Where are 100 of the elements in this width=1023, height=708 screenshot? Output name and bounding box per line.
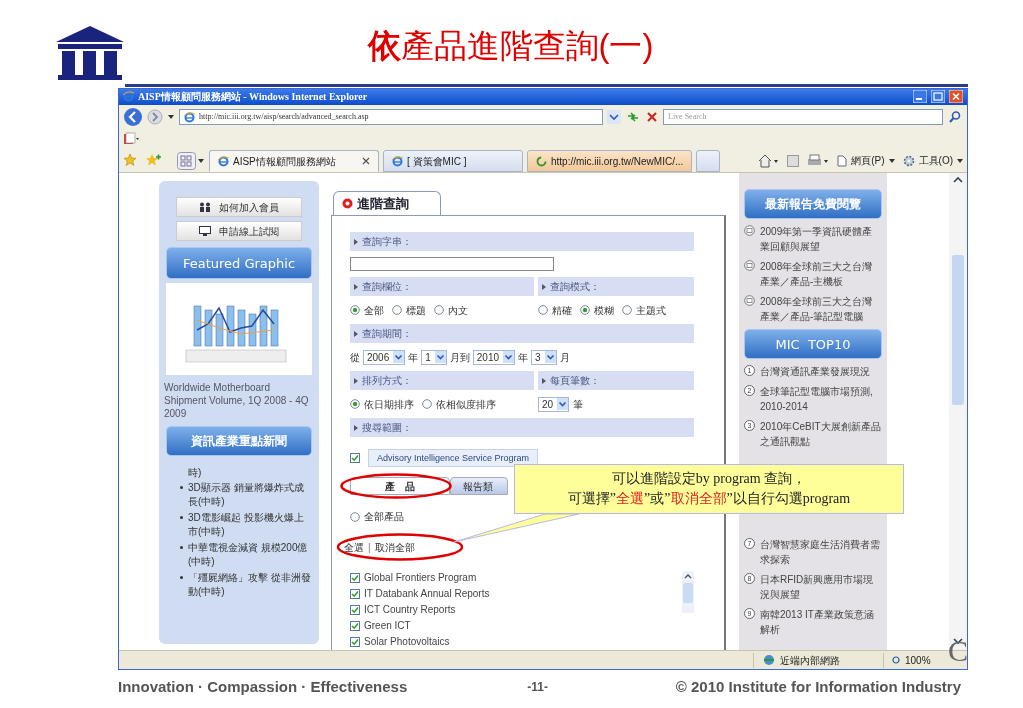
select-field[interactable]: 3 [531, 349, 557, 365]
ie-icon [184, 111, 195, 123]
program-label: Advisory Intelligence Service Program [368, 449, 539, 468]
caret-icon [888, 157, 895, 164]
sidebar-button[interactable]: 如何加入會員 [176, 197, 302, 218]
slide-title: 依產品進階查詢(一) [367, 26, 654, 66]
checkbox-option[interactable]: Green ICT [350, 619, 411, 633]
zoom-icon [892, 655, 901, 665]
browser-tab[interactable]: [ 資策會MIC ] [383, 150, 523, 173]
loading-icon [536, 155, 547, 167]
close-icon[interactable] [362, 157, 370, 166]
checkbox-option[interactable]: Global Frontiers Program [350, 571, 477, 585]
section-label: 搜尋範圍： [362, 421, 412, 436]
radio-option[interactable]: 依日期排序 [350, 396, 414, 412]
monitor-icon [199, 226, 211, 237]
section-label: 查詢期間： [362, 327, 412, 342]
ie-icon [392, 155, 403, 167]
page-icon [837, 154, 848, 167]
section-header: MIC TOP10 [744, 329, 882, 360]
ranking-link[interactable]: 2010年CeBIT大展創新產品之通訊觀點 [760, 419, 882, 450]
maximize-icon[interactable] [931, 90, 945, 104]
radio-option[interactable]: 標題 [392, 302, 426, 318]
bullet-icon [354, 238, 358, 245]
back-icon[interactable] [123, 107, 143, 128]
section-label: 每頁筆數： [550, 374, 600, 389]
report-link[interactable]: 2008年全球前三大之台灣產業／產品-主機板 [760, 259, 882, 290]
ie-icon [123, 91, 134, 103]
select-field[interactable]: 20 [538, 396, 570, 412]
radio-option[interactable]: 全部產品 [350, 509, 404, 525]
section-header: 資訊產業重點新聞 [166, 426, 312, 457]
report-link[interactable]: 2008年全球前三大之台灣產業／產品-筆記型電腦 [760, 294, 882, 325]
date-label: 年 [408, 350, 419, 365]
search-icon[interactable] [947, 110, 963, 125]
toolbar-menu-button[interactable]: 網頁(P) [837, 153, 895, 169]
select-field[interactable]: 1 [421, 349, 447, 365]
bullet-icon [354, 283, 358, 290]
tab-grid-icon[interactable] [177, 152, 205, 171]
select-field[interactable]: 2006 [363, 349, 406, 365]
news-item[interactable]: 中華電視金減資 規模200億(中時) [188, 541, 312, 570]
report-link[interactable]: 2009年第一季資訊硬體產業回顧與展望 [760, 224, 882, 255]
product-tab[interactable]: 報告類 [450, 477, 508, 496]
chart-caption: Worldwide Motherboard Shipment Volume, 1Q 2008 - 4Q 2009 [164, 381, 310, 421]
date-label: 從 [350, 350, 360, 365]
ranking-link[interactable]: 南韓2013 IT產業政策意涵解析 [760, 607, 882, 638]
list-scrollbar[interactable] [682, 571, 694, 614]
checkbox-option[interactable]: IT Databank Annual Reports [350, 587, 490, 601]
bullet-icon [180, 486, 183, 490]
news-item[interactable]: 時) [180, 466, 312, 480]
radio-option[interactable]: 主題式 [622, 302, 666, 318]
section-header: Featured Graphic [166, 247, 312, 280]
select-field[interactable]: 2010 [472, 349, 516, 365]
toolbar-menu-button[interactable]: 工具(O) [902, 153, 963, 169]
select-all-link[interactable]: 全選 [344, 540, 364, 556]
radio-option[interactable]: 內文 [434, 302, 468, 318]
deselect-all-link[interactable]: 取消全部 [374, 540, 415, 556]
news-item[interactable]: 3D顯示器 銷量將爆炸式成長(中時) [188, 481, 312, 510]
link-separator: | [368, 541, 371, 556]
gear-icon [902, 154, 915, 167]
section-label: 查詢欄位： [362, 280, 412, 295]
ranking-link[interactable]: 台灣智慧家庭生活消費者需求探索 [760, 537, 882, 568]
report-icon [744, 225, 755, 237]
ranking-link[interactable]: 台灣資通訊產業發展現況 [760, 364, 870, 380]
callout-text: 可選擇”全選”或”取消全部”以自行勾選program [567, 490, 851, 509]
product-tab[interactable]: 產 品 [350, 477, 450, 496]
radio-option[interactable]: 全部 [350, 302, 384, 318]
section-label: 排列方式： [362, 374, 412, 389]
record-icon [342, 198, 353, 210]
globe-icon [762, 654, 776, 667]
print-icon[interactable] [807, 153, 830, 168]
date-label: 年 [518, 350, 529, 365]
radio-option[interactable]: 精確 [538, 302, 572, 318]
news-item[interactable]: 「殭屍網絡」攻擊 從非洲發動(中時) [188, 571, 312, 600]
ranking-link[interactable]: 日本RFID新興應用市場現況與展望 [760, 572, 882, 603]
bullet-icon [354, 330, 358, 337]
bullet-icon [542, 283, 546, 290]
people-icon [199, 202, 211, 213]
news-item[interactable]: 3D電影崛起 投影機火爆上市(中時) [188, 511, 312, 540]
date-label: 月到 [449, 350, 470, 365]
radio-option[interactable]: 依相似度排序 [422, 396, 496, 412]
radio-option[interactable]: 模糊 [580, 302, 614, 318]
address-field[interactable]: http://mic.iii.org.tw/aisp/search/advanced_search.asp [179, 109, 603, 126]
ranking-link[interactable]: 全球筆記型電腦市場預測, 2010-2014 [760, 384, 882, 415]
unit-label: 筆 [573, 397, 584, 412]
minimize-icon[interactable] [913, 90, 927, 104]
checkbox-option[interactable]: Solar Photovoltaics [350, 635, 450, 649]
panel-tab[interactable]: 進階查詢 [333, 191, 441, 216]
page-number: -11- [527, 679, 548, 696]
bullet-icon [180, 546, 183, 550]
date-label: 月 [559, 350, 570, 365]
browser-tab[interactable]: http://mic.iii.org.tw/NewMIC/... [527, 150, 693, 173]
checkbox-option[interactable]: ICT Country Reports [350, 603, 456, 617]
section-label: 查詢模式： [550, 280, 600, 295]
sidebar-button[interactable]: 申請線上試閱 [176, 221, 302, 242]
security-zone: 近端內部網路 [780, 653, 840, 668]
home-icon[interactable] [757, 153, 780, 168]
callout-text: 可以進階設定by program 查詢， [611, 470, 807, 489]
browser-tab[interactable]: AISP情報顧問服務網站 [209, 150, 379, 173]
section-label: 查詢字串： [362, 235, 412, 250]
add-favorites-icon[interactable] [145, 153, 161, 168]
query-input-field[interactable] [350, 257, 554, 272]
